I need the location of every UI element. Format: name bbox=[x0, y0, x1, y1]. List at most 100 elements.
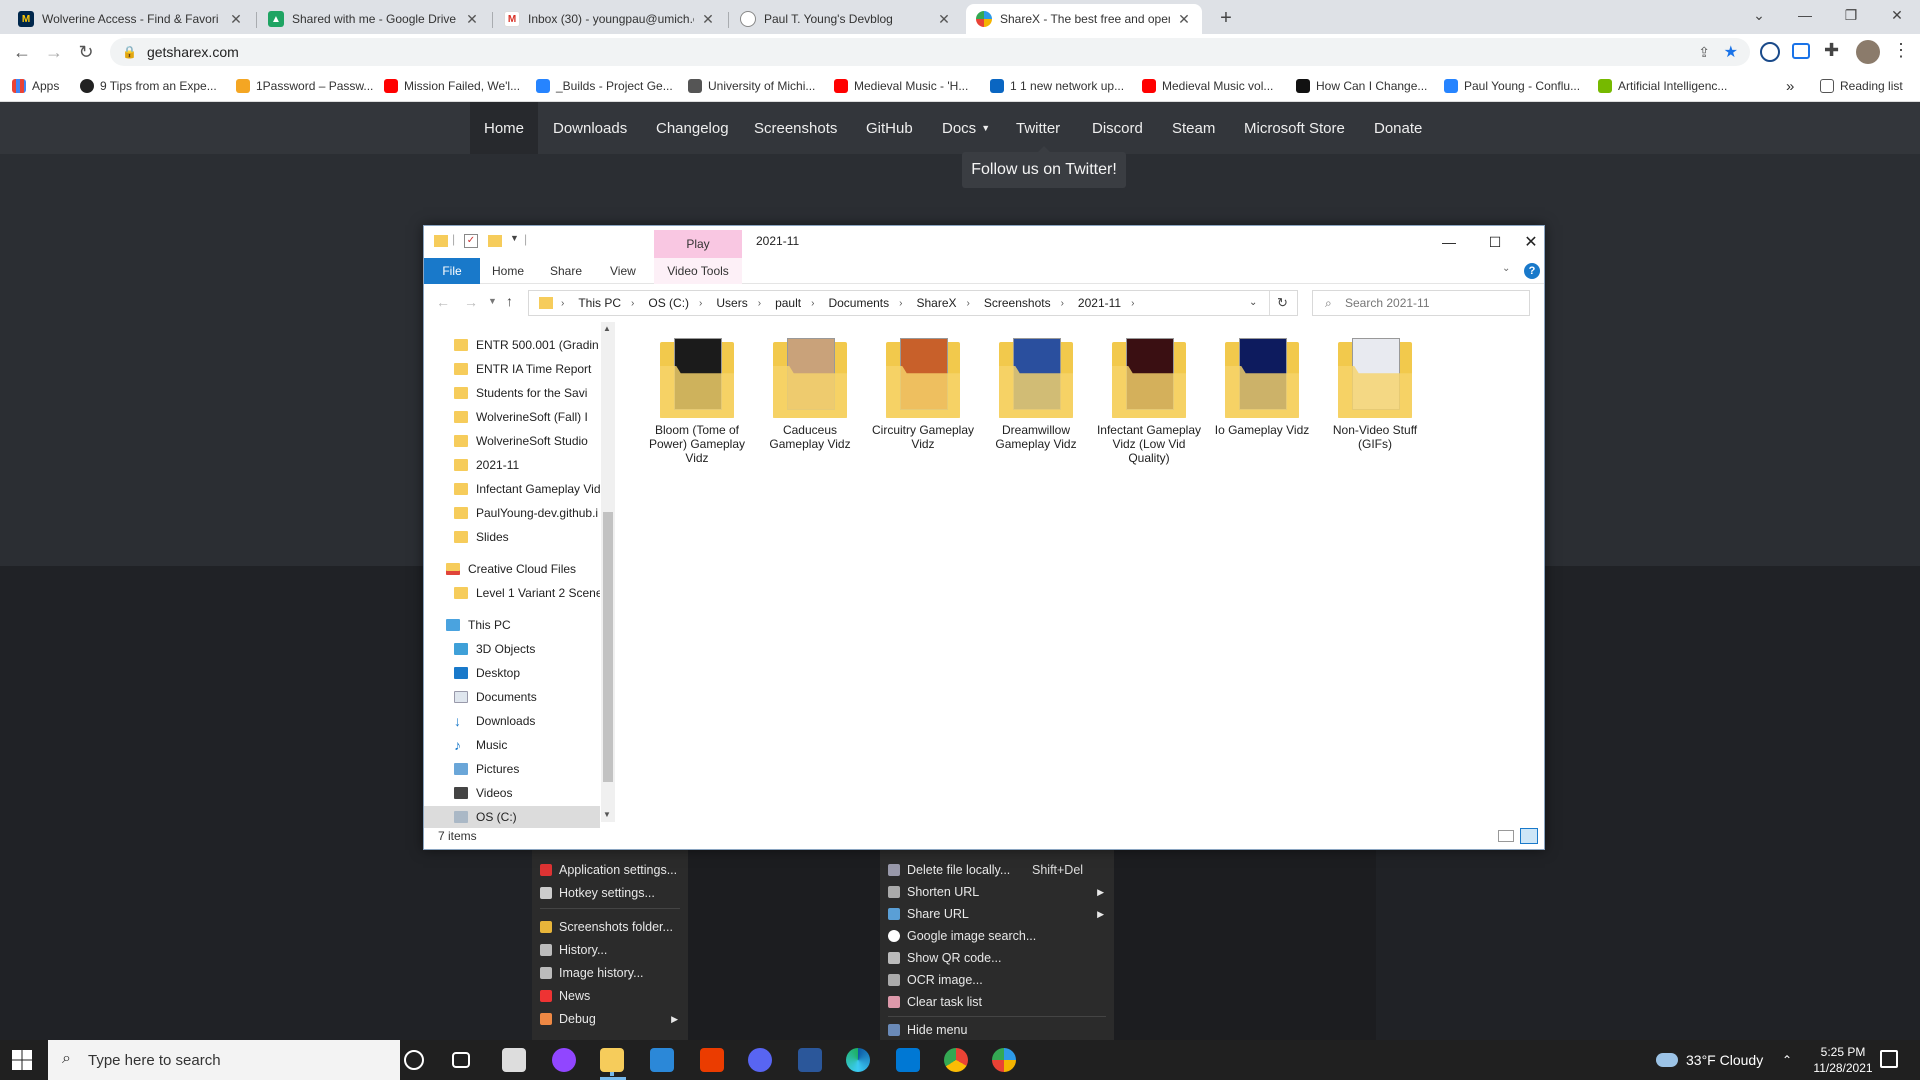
browser-tab[interactable]: M Inbox (30) - youngpau@umich.e ✕ bbox=[494, 4, 726, 34]
menu-item[interactable]: News bbox=[532, 985, 590, 1007]
menu-item[interactable]: Delete file locally... Shift+Del bbox=[880, 859, 1114, 881]
breadcrumb-item[interactable]: Screenshots › bbox=[984, 296, 1074, 310]
browser-tab[interactable]: ▲ Shared with me - Google Drive ✕ bbox=[258, 4, 490, 34]
breadcrumb-item[interactable]: OS (C:) › bbox=[648, 296, 712, 310]
tab-home[interactable]: Home bbox=[480, 258, 536, 284]
nav-item[interactable]: Level 1 Variant 2 Scene- bbox=[454, 582, 600, 604]
close-icon[interactable]: ✕ bbox=[1176, 11, 1192, 28]
menu-item[interactable]: Shorten URL ▶ bbox=[880, 881, 1114, 903]
nav-item[interactable]: 3D Objects bbox=[454, 638, 600, 660]
new-folder-icon[interactable] bbox=[488, 235, 502, 247]
bookmark[interactable]: 1Password – Passw... bbox=[236, 76, 373, 96]
new-tab-button[interactable]: + bbox=[1214, 6, 1238, 30]
minimize-icon[interactable]: — bbox=[1782, 0, 1828, 30]
maximize-icon[interactable]: ☐ bbox=[1472, 228, 1518, 256]
bookmark[interactable]: University of Michi... bbox=[688, 76, 815, 96]
folder-item[interactable]: Non-Video Stuff (GIFs) bbox=[1320, 338, 1430, 478]
scrollbar-thumb[interactable] bbox=[603, 512, 613, 782]
nav-item[interactable]: ↓ Downloads bbox=[454, 710, 600, 732]
office-icon[interactable] bbox=[700, 1048, 724, 1072]
tab-search-icon[interactable]: ⌄ bbox=[1736, 0, 1782, 30]
menu-item[interactable]: Debug ▶ bbox=[532, 1008, 688, 1030]
browser-tab[interactable]: M Wolverine Access - Find & Favori ✕ bbox=[8, 4, 254, 34]
extension-icon[interactable] bbox=[1760, 42, 1780, 62]
properties-icon[interactable]: ✓ bbox=[464, 234, 478, 248]
menu-item[interactable]: Application settings... bbox=[532, 859, 677, 881]
nav-scrollbar[interactable]: ▲ ▼ bbox=[601, 322, 615, 822]
puzzle-icon[interactable]: ✚ bbox=[1824, 40, 1839, 61]
weather-widget[interactable]: 33°F Cloudy bbox=[1656, 1040, 1763, 1080]
bookmark[interactable]: Artificial Intelligenc... bbox=[1598, 76, 1727, 96]
folder-item[interactable]: Infectant Gameplay Vidz (Low Vid Quality… bbox=[1094, 338, 1204, 478]
bookmark[interactable]: Apps bbox=[12, 76, 59, 96]
nav-docs[interactable]: Docs ▼ bbox=[928, 102, 1004, 154]
details-view-icon[interactable] bbox=[1498, 830, 1514, 842]
scroll-down-icon[interactable]: ▼ bbox=[603, 810, 611, 819]
menu-item[interactable]: Share URL ▶ bbox=[880, 903, 1114, 925]
menu-item[interactable]: Google image search... bbox=[880, 925, 1036, 947]
reload-icon[interactable]: ↻ bbox=[74, 40, 98, 64]
close-icon[interactable]: ✕ bbox=[464, 11, 480, 28]
browser-tab-active[interactable]: ShareX - The best free and open ✕ bbox=[966, 4, 1202, 34]
file-explorer-icon[interactable] bbox=[600, 1048, 624, 1072]
menu-item[interactable]: Show QR code... bbox=[880, 947, 1002, 969]
folder-item[interactable]: Circuitry Gameplay Vidz bbox=[868, 338, 978, 478]
quick-access-item[interactable]: PaulYoung-dev.github.i bbox=[454, 502, 600, 524]
folder-item[interactable]: Dreamwillow Gameplay Vidz bbox=[981, 338, 1091, 478]
qat-dropdown-icon[interactable]: ▼ bbox=[510, 233, 519, 243]
mail-icon[interactable] bbox=[650, 1048, 674, 1072]
nav-downloads[interactable]: Downloads bbox=[539, 102, 641, 154]
close-icon[interactable]: ✕ bbox=[228, 11, 244, 28]
nav-discord[interactable]: Discord bbox=[1078, 102, 1157, 154]
vscode-icon[interactable] bbox=[896, 1048, 920, 1072]
nav-donate[interactable]: Donate bbox=[1360, 102, 1436, 154]
up-arrow-icon[interactable]: ↑ bbox=[506, 293, 513, 309]
menu-item[interactable]: History... bbox=[532, 939, 607, 961]
nav-item[interactable]: Pictures bbox=[454, 758, 600, 780]
minimize-icon[interactable]: — bbox=[1426, 228, 1472, 256]
breadcrumb-item[interactable]: Users › bbox=[716, 296, 771, 310]
breadcrumb[interactable]: › This PC › OS (C:) › Users › pault › Docume… bbox=[528, 290, 1298, 316]
folder-item[interactable]: Io Gameplay Vidz bbox=[1207, 338, 1317, 478]
recent-dropdown-icon[interactable]: ▼ bbox=[488, 296, 497, 306]
extension-icon[interactable] bbox=[1792, 43, 1810, 59]
folder-item[interactable]: Bloom (Tome of Power) Gameplay Vidz bbox=[642, 338, 752, 478]
nav-item[interactable]: Desktop bbox=[454, 662, 600, 684]
menu-item[interactable]: Hide menu bbox=[880, 1019, 967, 1041]
restore-icon[interactable]: ❐ bbox=[1828, 0, 1874, 30]
show-hidden-icons-icon[interactable]: ⌃ bbox=[1782, 1040, 1792, 1080]
sharex-taskbar-icon[interactable] bbox=[992, 1048, 1016, 1072]
chrome-icon[interactable] bbox=[944, 1048, 968, 1072]
close-icon[interactable]: ✕ bbox=[700, 11, 716, 28]
nav-home[interactable]: Home bbox=[470, 102, 539, 154]
back-arrow-icon[interactable]: ← bbox=[436, 294, 450, 310]
more-bookmarks-button[interactable]: » bbox=[1786, 76, 1794, 96]
address-bar[interactable]: 🔒 getsharex.com ⇪ ★ bbox=[110, 38, 1750, 66]
windows-start-icon[interactable] bbox=[12, 1050, 32, 1070]
help-icon[interactable]: ? bbox=[1524, 263, 1540, 279]
task-view-icon[interactable] bbox=[452, 1052, 470, 1068]
clock[interactable]: 5:25 PM 11/28/2021 bbox=[1808, 1044, 1878, 1076]
close-window-icon[interactable]: ✕ bbox=[1874, 0, 1920, 30]
search-input[interactable]: ⌕ Search 2021-11 bbox=[1312, 290, 1530, 316]
share-icon[interactable]: ⇪ bbox=[1698, 44, 1710, 61]
chevron-down-icon[interactable]: ⌄ bbox=[1249, 297, 1257, 308]
nav-microsoft-store[interactable]: Microsoft Store bbox=[1230, 102, 1359, 154]
menu-item[interactable]: Clear task list bbox=[880, 991, 982, 1013]
browser-tab[interactable]: Paul T. Young's Devblog ✕ bbox=[730, 4, 962, 34]
tab-file[interactable]: File bbox=[424, 258, 480, 284]
bookmark[interactable]: Paul Young - Conflu... bbox=[1444, 76, 1580, 96]
quick-access-item[interactable]: WolverineSoft Studio bbox=[454, 430, 600, 452]
nav-screenshots[interactable]: Screenshots bbox=[740, 102, 851, 154]
nav-changelog[interactable]: Changelog bbox=[642, 102, 743, 154]
quick-access-item[interactable]: ENTR 500.001 (Gradin bbox=[454, 334, 600, 356]
close-icon[interactable]: ✕ bbox=[1518, 228, 1544, 256]
large-icons-view-icon[interactable] bbox=[1520, 828, 1538, 844]
bookmark[interactable]: How Can I Change... bbox=[1296, 76, 1427, 96]
edge-icon[interactable] bbox=[846, 1048, 870, 1072]
menu-item[interactable]: Screenshots folder... bbox=[532, 916, 673, 938]
reading-list-button[interactable]: Reading list bbox=[1820, 76, 1903, 96]
bookmark[interactable]: 9 Tips from an Expe... bbox=[80, 76, 217, 96]
word-icon[interactable] bbox=[798, 1048, 822, 1072]
nav-github[interactable]: GitHub bbox=[852, 102, 927, 154]
